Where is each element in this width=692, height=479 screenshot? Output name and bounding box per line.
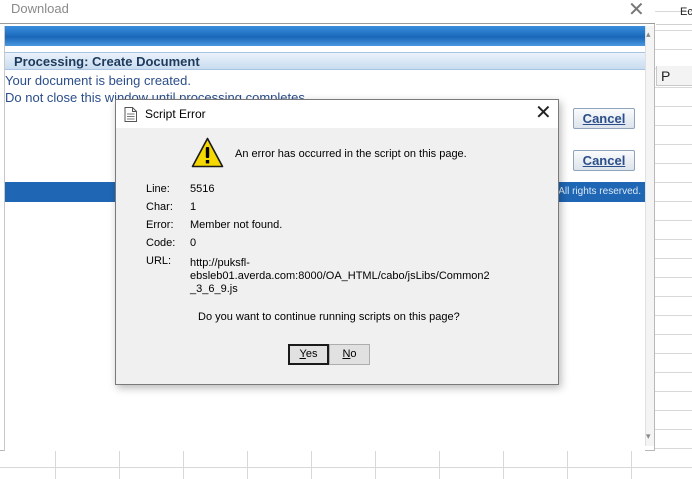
close-icon[interactable]: ✕ xyxy=(535,101,552,125)
cancel-button-bottom[interactable]: Cancel xyxy=(573,150,635,171)
cancel-label-pre: C xyxy=(582,153,593,168)
no-label-rest: o xyxy=(350,348,357,360)
url-line: ebsleb01.averda.com:8000/OA_HTML/cabo/js… xyxy=(190,270,490,282)
url-line: http://puksfl- xyxy=(190,257,250,269)
yes-button[interactable]: Yes xyxy=(288,344,329,365)
dialog-title: Script Error xyxy=(145,107,206,121)
download-banner xyxy=(5,26,646,46)
cancel-label-post: ncel xyxy=(599,111,626,126)
ribbon-label[interactable]: Ec xyxy=(680,6,692,18)
code-label: Code: xyxy=(146,237,176,249)
continue-question: Do you want to continue running scripts … xyxy=(198,311,460,323)
scroll-up-icon[interactable]: ▴ xyxy=(646,30,651,39)
ribbon-divider xyxy=(656,24,692,25)
line-label: Line: xyxy=(146,183,170,195)
char-value: 1 xyxy=(190,201,197,213)
code-value: 0 xyxy=(190,237,197,249)
download-scrollbar[interactable] xyxy=(645,26,654,446)
download-close-icon[interactable]: ✕ xyxy=(628,0,645,22)
url-value: http://puksfl- ebsleb01.averda.com:8000/… xyxy=(190,257,500,296)
copyright-text: All rights reserved. xyxy=(558,186,641,197)
column-header-p[interactable]: P xyxy=(656,66,692,86)
line-value: 5516 xyxy=(190,183,215,195)
url-line: _3_6_9.js xyxy=(190,283,238,295)
cancel-label-pre: C xyxy=(582,111,593,126)
url-label: URL: xyxy=(146,255,172,267)
cancel-button-top[interactable]: Cancel xyxy=(573,108,635,129)
yes-label-rest: es xyxy=(305,348,318,360)
script-error-dialog: Script Error ✕ An error has occurred in … xyxy=(115,99,559,385)
warning-icon xyxy=(191,137,224,168)
download-window-title: Download xyxy=(11,1,69,16)
processing-title: Processing: Create Document xyxy=(14,54,200,69)
no-button[interactable]: No xyxy=(329,344,370,365)
status-message: Your document is being created. xyxy=(5,73,191,88)
error-label: Error: xyxy=(146,219,174,231)
download-titlebar: Download ✕ xyxy=(0,0,655,24)
char-label: Char: xyxy=(146,201,173,213)
error-message: An error has occurred in the script on t… xyxy=(235,148,467,160)
dialog-titlebar: Script Error ✕ xyxy=(116,100,558,128)
error-value: Member not found. xyxy=(190,219,283,231)
cancel-label-post: ncel xyxy=(599,153,626,168)
document-icon xyxy=(124,107,137,122)
scroll-down-icon[interactable]: ▾ xyxy=(646,432,651,441)
processing-header: Processing: Create Document xyxy=(5,52,646,70)
